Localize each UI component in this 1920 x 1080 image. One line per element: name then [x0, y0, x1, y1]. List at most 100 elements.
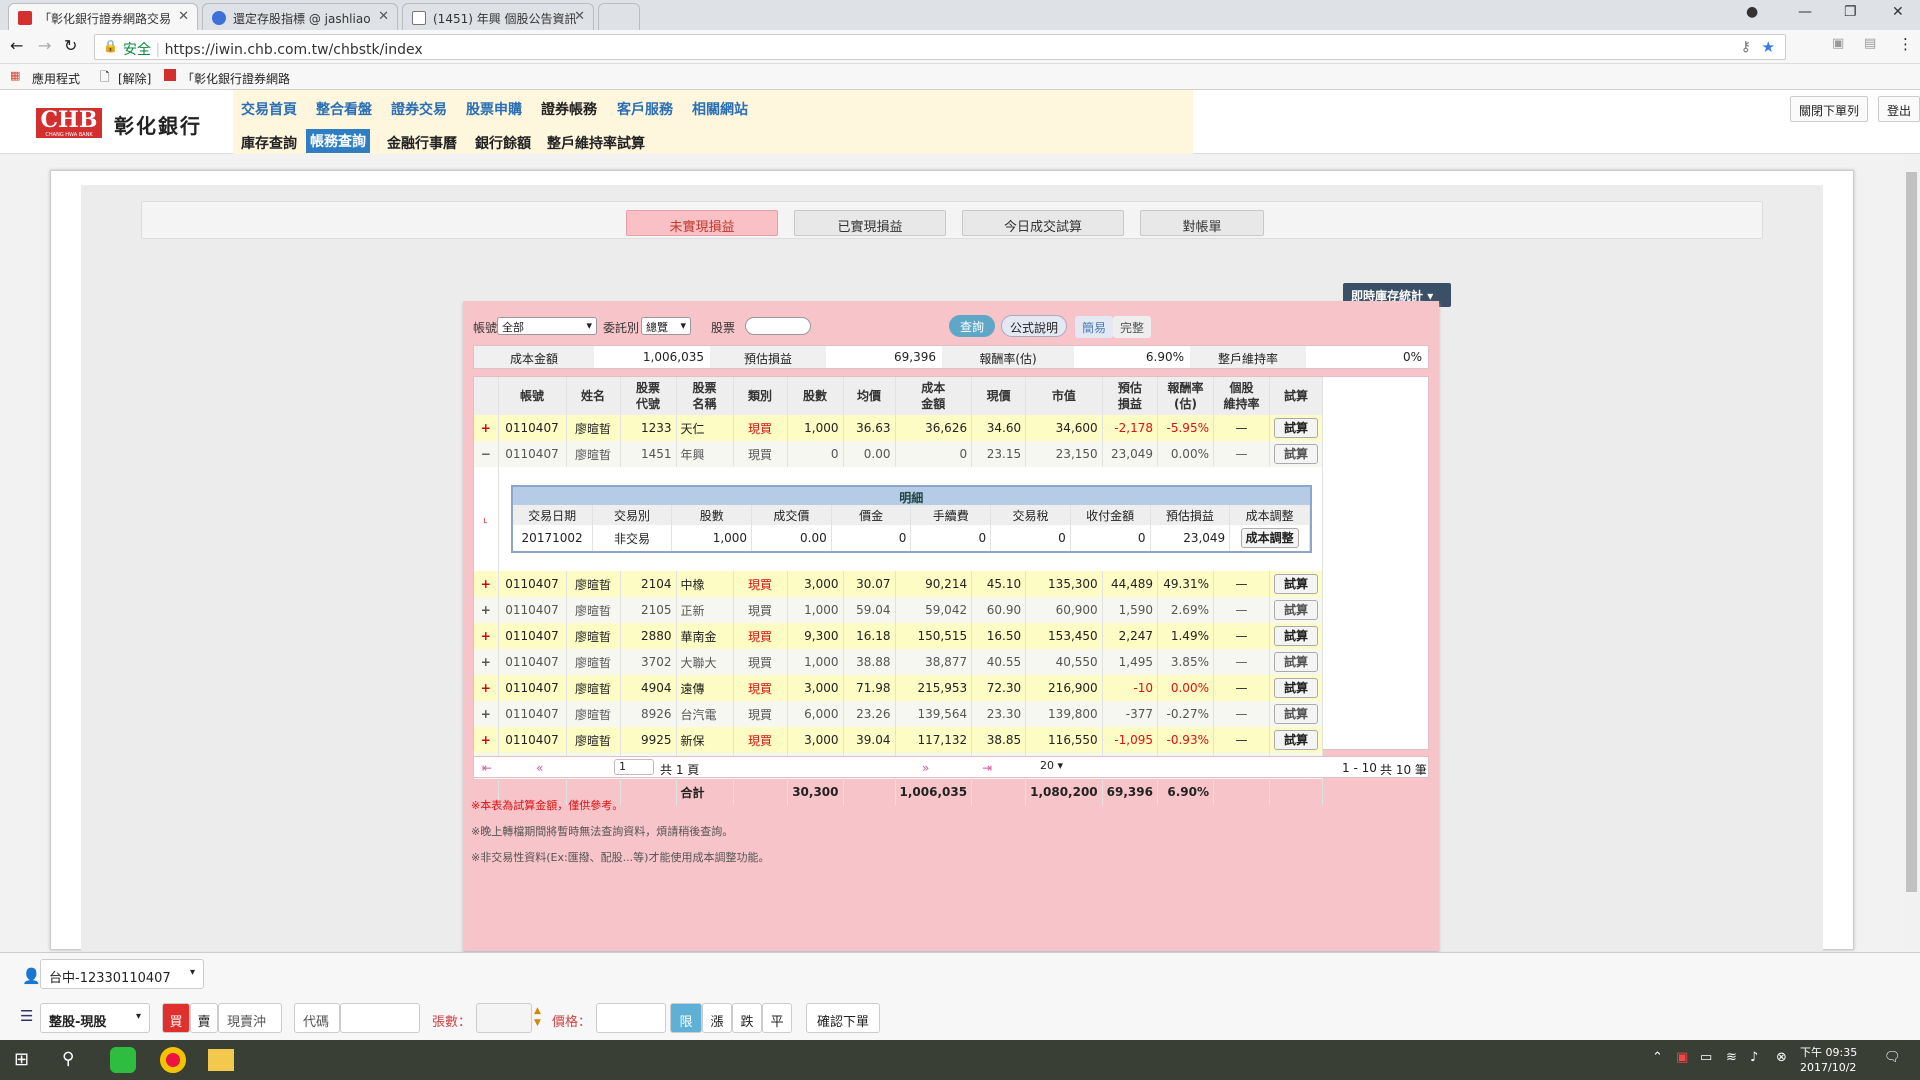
- nav-ipo[interactable]: 股票申購: [466, 99, 522, 119]
- menu-icon[interactable]: ⋮: [1898, 35, 1913, 53]
- nav-customer-service[interactable]: 客戶服務: [617, 99, 673, 119]
- expand-toggle[interactable]: +: [474, 675, 499, 701]
- nav-integrated[interactable]: 整合看盤: [316, 99, 372, 119]
- maximize-icon[interactable]: ❐: [1844, 4, 1857, 20]
- qty-input[interactable]: [476, 1003, 532, 1033]
- battery-icon[interactable]: ▭: [1700, 1050, 1712, 1065]
- bookmark-apps[interactable]: 應用程式: [32, 70, 80, 87]
- scrollbar-thumb[interactable]: [1906, 172, 1917, 892]
- nav-trade-home[interactable]: 交易首頁: [241, 99, 297, 119]
- wifi-icon[interactable]: ≋: [1726, 1050, 1737, 1065]
- tray-app-icon[interactable]: ▣: [1676, 1050, 1688, 1065]
- next-page-icon[interactable]: »: [922, 761, 929, 775]
- subnav-account-query[interactable]: 帳務查詢: [306, 129, 370, 153]
- page-input[interactable]: 1: [614, 759, 654, 775]
- logout-button[interactable]: 登出: [1878, 96, 1920, 122]
- day-trade-button[interactable]: 現賣沖: [218, 1003, 282, 1033]
- full-view-button[interactable]: 完整: [1113, 316, 1151, 338]
- chrome-app-icon[interactable]: [160, 1047, 186, 1073]
- cost-adjust-button[interactable]: 成本調整: [1240, 528, 1299, 548]
- first-page-icon[interactable]: ⇤: [482, 761, 492, 775]
- bookmark-star-icon[interactable]: ★: [1762, 38, 1775, 56]
- try-button[interactable]: 試算: [1273, 678, 1318, 698]
- qty-stepper-icon[interactable]: ▲ ▼: [534, 1005, 541, 1029]
- expand-toggle[interactable]: +: [474, 597, 499, 623]
- expand-toggle[interactable]: +: [474, 727, 499, 753]
- expand-toggle[interactable]: +: [474, 571, 499, 597]
- confirm-order-button[interactable]: 確認下單: [806, 1003, 880, 1033]
- browser-tab-chb[interactable]: 「彰化銀行證券網路交易 ✕: [8, 3, 198, 30]
- try-button[interactable]: 試算: [1273, 704, 1318, 724]
- code-input[interactable]: [340, 1003, 420, 1033]
- tab-statement[interactable]: 對帳單: [1140, 210, 1264, 236]
- price-input[interactable]: [596, 1003, 666, 1033]
- query-button[interactable]: 查詢: [949, 315, 995, 337]
- expand-toggle[interactable]: −: [474, 441, 499, 467]
- account-select[interactable]: 全部 ▾: [497, 317, 597, 335]
- windows-start-icon[interactable]: ⊞: [14, 1049, 29, 1070]
- page-scrollbar[interactable]: [1903, 154, 1920, 950]
- expand-toggle[interactable]: +: [474, 415, 499, 441]
- try-button[interactable]: 試算: [1273, 652, 1318, 672]
- tray-up-icon[interactable]: ⌃: [1652, 1050, 1663, 1065]
- tab-today-calc[interactable]: 今日成交試算: [962, 210, 1124, 236]
- line-app-icon[interactable]: [110, 1047, 136, 1073]
- prev-page-icon[interactable]: «: [536, 761, 543, 775]
- browser-tab-announce[interactable]: (1451) 年興 個股公告資訊 ✕: [402, 3, 594, 30]
- flat-price-button[interactable]: 平: [762, 1003, 792, 1033]
- ime-icon[interactable]: ⊗: [1776, 1050, 1787, 1065]
- key-icon[interactable]: ⚷: [1741, 39, 1751, 55]
- reload-icon[interactable]: ↻: [64, 36, 77, 55]
- url-field[interactable]: 🔒 安全 | https://iwin.chb.com.tw/chbstk/in…: [94, 34, 1786, 60]
- search-icon[interactable]: ⚲: [62, 1049, 74, 1069]
- expand-toggle[interactable]: +: [474, 701, 499, 727]
- subnav-bank-balance[interactable]: 銀行餘額: [475, 133, 531, 153]
- try-button[interactable]: 試算: [1273, 600, 1318, 620]
- close-tab-icon[interactable]: ✕: [574, 9, 585, 24]
- nav-securities-trade[interactable]: 證券交易: [391, 99, 447, 119]
- try-button[interactable]: 試算: [1273, 574, 1318, 594]
- subnav-maintenance[interactable]: 整戶維持率試算: [547, 133, 645, 153]
- notification-icon[interactable]: 🗨: [1884, 1050, 1901, 1065]
- expand-toggle[interactable]: +: [474, 623, 499, 649]
- account-select[interactable]: 台中-12330110407 ▾: [40, 959, 204, 989]
- new-tab-button[interactable]: [598, 3, 640, 30]
- tab-unrealized[interactable]: 未實現損益: [626, 210, 778, 236]
- stock-input[interactable]: [745, 317, 811, 335]
- try-button[interactable]: 試算: [1273, 730, 1318, 750]
- limit-up-button[interactable]: 漲: [702, 1003, 732, 1033]
- file-explorer-icon[interactable]: [208, 1049, 234, 1071]
- nav-accounts[interactable]: 證券帳務: [541, 99, 597, 119]
- chb-logo[interactable]: CHB CHANG HWA BANK 彰化銀行: [36, 108, 236, 138]
- apps-icon[interactable]: ▦: [10, 69, 20, 82]
- expand-toggle[interactable]: +: [474, 649, 499, 675]
- subnav-inventory[interactable]: 庫存查詢: [241, 133, 297, 153]
- close-window-icon[interactable]: ✕: [1892, 4, 1904, 20]
- extension-icon[interactable]: ▤: [1864, 36, 1876, 51]
- limit-down-button[interactable]: 跌: [732, 1003, 762, 1033]
- order-type-select[interactable]: 整股-現股 ▾: [40, 1003, 150, 1033]
- browser-tab-blog[interactable]: 還定存股指標 @ jashliao ✕: [202, 3, 398, 30]
- profile-icon[interactable]: ●: [1746, 4, 1758, 20]
- try-button[interactable]: 試算: [1273, 418, 1318, 438]
- extension-icon[interactable]: ▣: [1832, 36, 1844, 51]
- sell-button[interactable]: 賣: [190, 1003, 218, 1033]
- simple-view-button[interactable]: 簡易: [1075, 316, 1113, 338]
- nav-related-sites[interactable]: 相關網站: [692, 99, 748, 119]
- entrust-select[interactable]: 總覽 ▾: [641, 317, 691, 335]
- subnav-calendar[interactable]: 金融行事曆: [387, 133, 457, 153]
- buy-button[interactable]: 買: [162, 1003, 190, 1033]
- tab-realized[interactable]: 已實現損益: [794, 210, 946, 236]
- back-icon[interactable]: ←: [10, 36, 23, 55]
- close-tab-icon[interactable]: ✕: [178, 9, 189, 24]
- forward-icon[interactable]: →: [38, 36, 51, 55]
- page-size-select[interactable]: 20 ▾: [1040, 759, 1082, 775]
- minimize-icon[interactable]: —: [1798, 4, 1812, 20]
- last-page-icon[interactable]: ⇥: [982, 761, 992, 775]
- limit-price-button[interactable]: 限: [670, 1003, 702, 1033]
- formula-button[interactable]: 公式說明: [1001, 315, 1067, 337]
- volume-icon[interactable]: ♪: [1750, 1050, 1758, 1065]
- bookmark-unlock[interactable]: [解除]: [118, 70, 151, 87]
- close-tab-icon[interactable]: ✕: [378, 9, 389, 24]
- bookmark-chb[interactable]: 「彰化銀行證券網路: [182, 70, 290, 87]
